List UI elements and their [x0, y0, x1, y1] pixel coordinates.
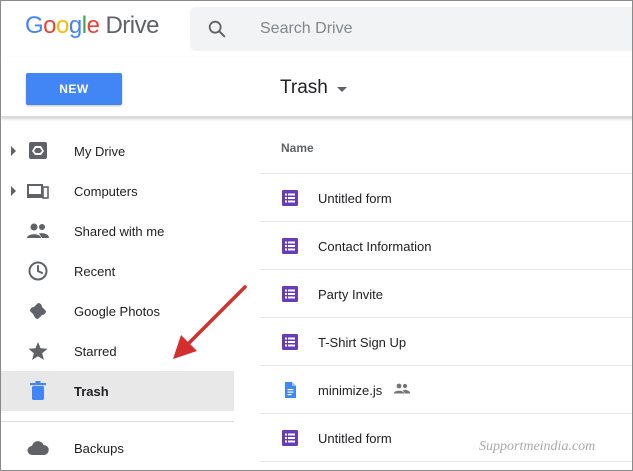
shared-people-icon [393, 383, 411, 394]
breadcrumb[interactable]: Trash [280, 77, 347, 99]
file-name: minimize.js [318, 383, 383, 398]
logo-product-name: Drive [105, 12, 159, 39]
google-drive-logo[interactable]: Google Drive [25, 12, 159, 40]
logo-letter: g [68, 12, 82, 39]
sidebar-item-trash[interactable]: Trash [1, 371, 234, 411]
file-name: Untitled form [318, 431, 392, 446]
form-icon [282, 238, 298, 254]
expand-arrow-icon[interactable] [11, 146, 16, 156]
file-name: Party Invite [318, 287, 384, 302]
sidebar-item-label: Starred [74, 344, 117, 359]
top-header: Google Drive [1, 1, 632, 57]
file-name: Untitled form [318, 191, 392, 206]
sidebar-divider [1, 421, 234, 422]
form-icon [282, 190, 298, 206]
sidebar-item-computers[interactable]: Computers [1, 171, 234, 211]
star-icon [28, 342, 48, 360]
sidebar-item-shared-with-me[interactable]: Shared with me [1, 211, 234, 251]
file-list: Name Untitled form Contact Information P… [260, 118, 632, 470]
people-icon [27, 223, 49, 238]
sidebar-item-label: Computers [74, 184, 138, 199]
drive-window: GoogleDrive NEW Trash My Drive [0, 0, 633, 471]
form-icon [282, 430, 298, 446]
new-button[interactable]: NEW [26, 73, 122, 105]
file-row[interactable]: Contact Information [260, 222, 632, 270]
annotation-arrow-icon [173, 285, 247, 359]
form-icon [282, 334, 298, 350]
file-row[interactable]: minimize.js [260, 366, 632, 414]
computers-icon [27, 184, 49, 199]
file-name: T-Shirt Sign Up [318, 335, 407, 350]
trash-icon [30, 381, 46, 400]
clock-icon [28, 261, 48, 281]
file-row[interactable]: T-Shirt Sign Up [260, 318, 632, 366]
document-icon [285, 382, 296, 398]
photos-pinwheel-icon [30, 303, 46, 319]
cloud-icon [27, 441, 49, 455]
caret-down-icon[interactable] [336, 86, 347, 92]
sidebar-item-label: My Drive [74, 144, 126, 159]
logo-letter: o [43, 12, 57, 39]
sidebar-item-label: Recent [74, 264, 116, 279]
breadcrumb-current: Trash [280, 77, 328, 98]
expand-arrow-icon[interactable] [11, 186, 16, 196]
file-row[interactable]: Untitled form [260, 174, 632, 222]
form-icon [282, 286, 298, 302]
logo-letter: e [86, 12, 100, 39]
logo-letter: o [56, 12, 69, 39]
my-drive-icon [29, 142, 47, 159]
watermark-text: Supportmeindia.com [479, 439, 596, 454]
logo-letter: G [25, 12, 44, 39]
search-input[interactable] [260, 18, 620, 40]
search-bar[interactable] [190, 7, 632, 51]
file-row[interactable]: Party Invite [260, 270, 632, 318]
sidebar-item-label: Backups [74, 441, 124, 456]
search-icon[interactable] [206, 18, 228, 40]
sidebar-item-label: Google Photos [74, 304, 161, 319]
column-header-name[interactable]: Name [281, 141, 314, 155]
sidebar-item-my-drive[interactable]: My Drive [1, 131, 234, 171]
action-bar: NEW Trash [1, 57, 632, 117]
sidebar-item-label: Shared with me [74, 224, 165, 239]
sidebar-item-backups[interactable]: Backups [1, 428, 234, 468]
file-name: Contact Information [318, 239, 432, 254]
sidebar-item-label: Trash [74, 384, 109, 399]
